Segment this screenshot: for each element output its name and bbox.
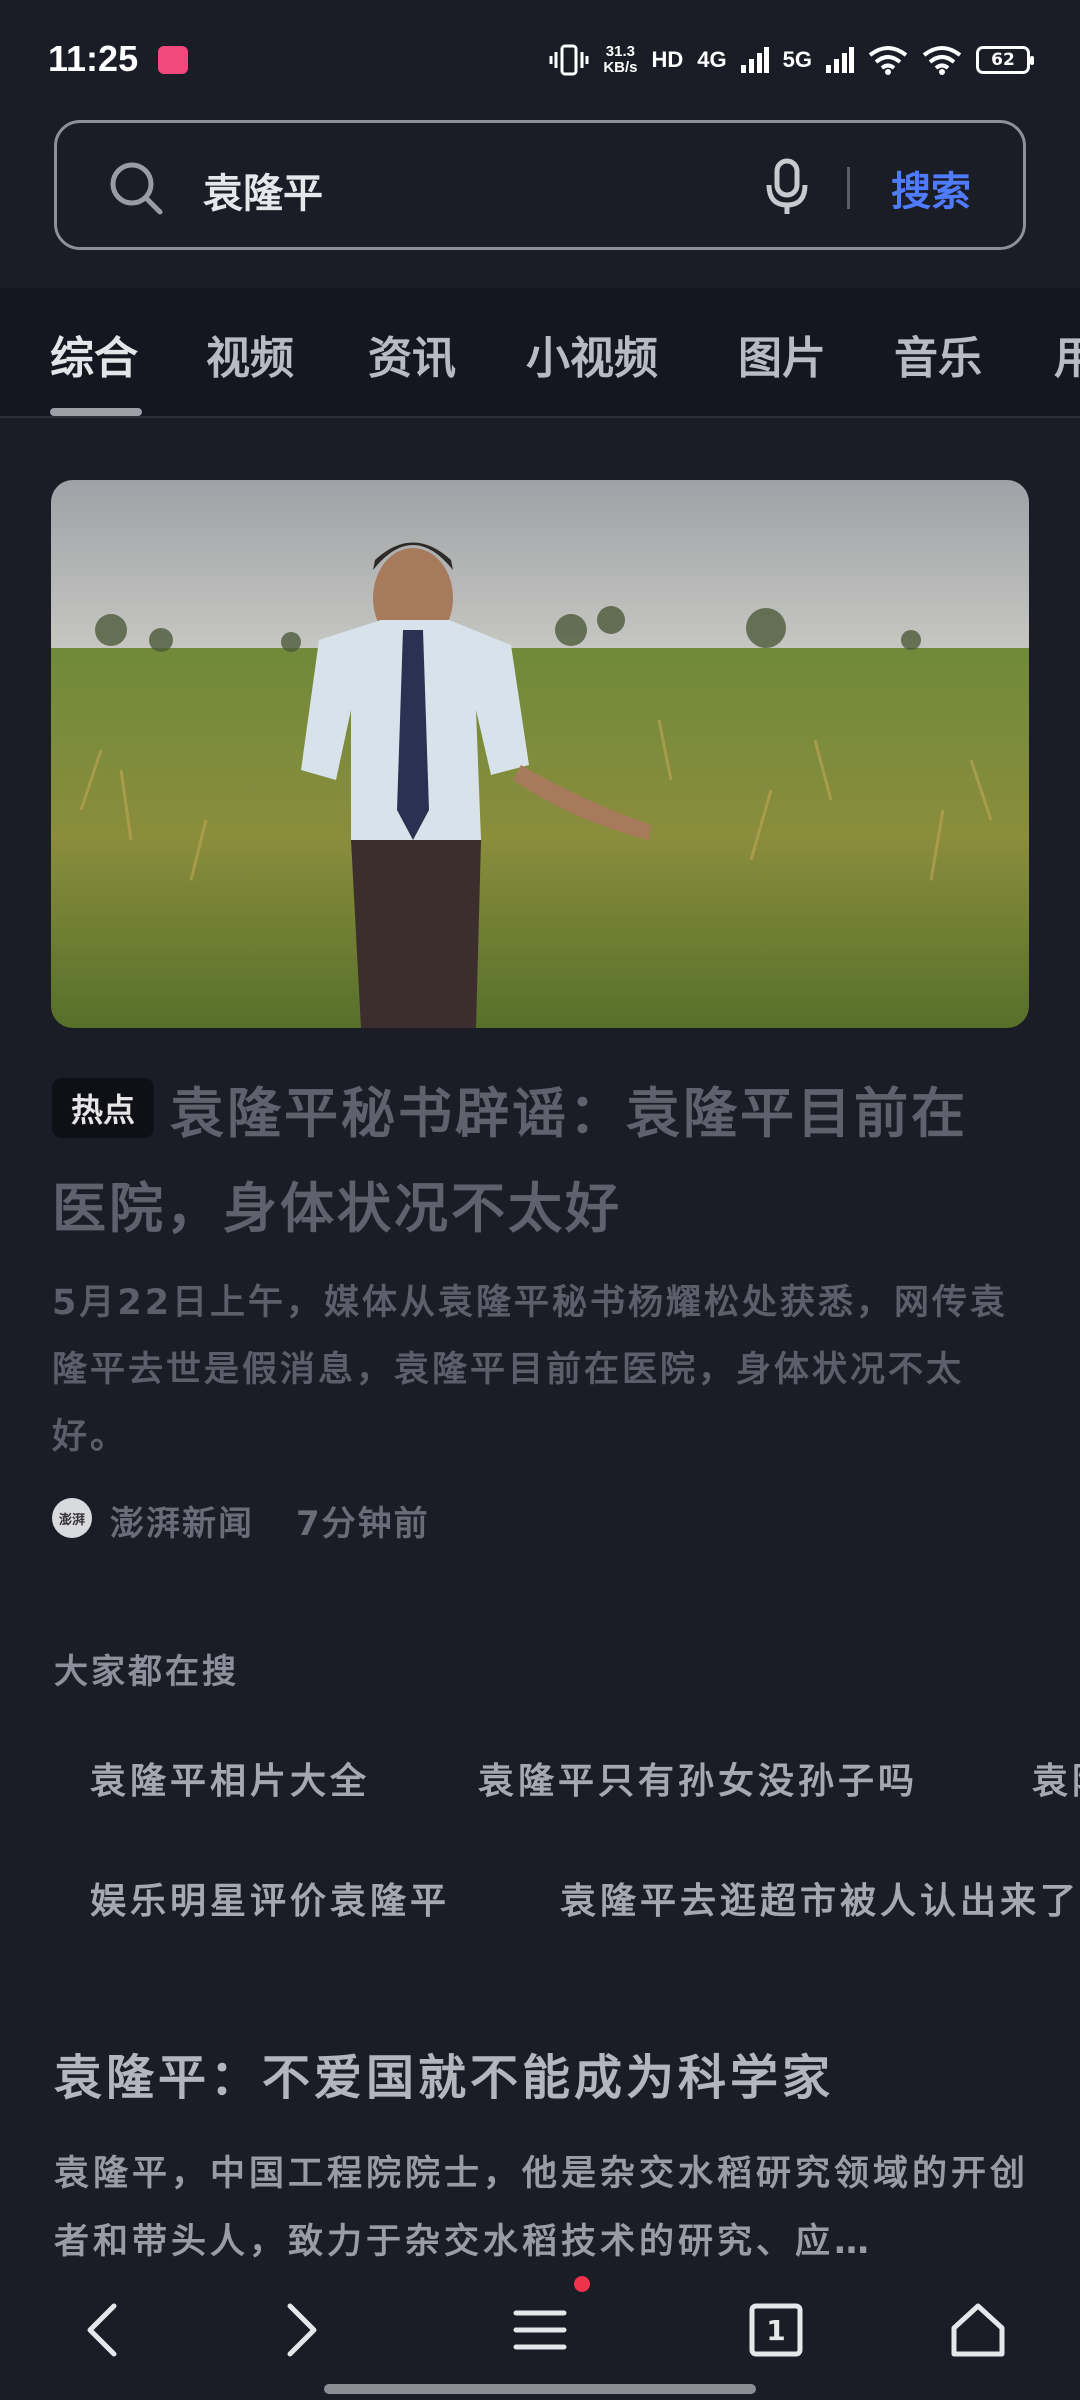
network-speed: 31.3 KB/s — [603, 44, 637, 76]
menu-button[interactable] — [500, 2290, 580, 2370]
related-search-item[interactable]: 袁隆平去逛超市被人认出来了 — [560, 1872, 1080, 1924]
home-indicator[interactable] — [324, 2384, 756, 2394]
related-searches-heading: 大家都在搜 — [54, 1652, 239, 1692]
network-speed-value: 31.3 — [605, 43, 635, 60]
menu-icon — [513, 2310, 567, 2350]
status-icons: 31.3 KB/s HD 4G 5G 62 — [549, 40, 1034, 80]
tab-video[interactable]: 视频 — [206, 322, 294, 386]
wifi-icon — [922, 46, 962, 75]
sim2-signal-label: 5G — [782, 47, 812, 72]
chevron-left-icon — [87, 2303, 117, 2357]
battery-level: 62 — [991, 50, 1015, 70]
tab-short-video[interactable]: 小视频 — [526, 322, 658, 386]
chevron-right-icon — [287, 2303, 317, 2357]
status-time: 11:25 — [48, 38, 139, 79]
search-icon — [110, 162, 163, 215]
vibrate-icon — [549, 44, 589, 76]
related-search-item[interactable]: 袁隆 — [1032, 1752, 1080, 1804]
home-button[interactable] — [938, 2290, 1018, 2370]
article-time: 7分钟前 — [296, 1504, 430, 1544]
status-bar: 11:25 31.3 KB/s HD 4G 5G 62 — [0, 0, 1080, 110]
notification-dot — [574, 2276, 590, 2292]
article-summary[interactable]: 5月22日上午，媒体从袁隆平秘书杨耀松处获悉，网传袁隆平去世是假消息，袁隆平目前… — [52, 1270, 1027, 1471]
article-title[interactable]: 袁隆平秘书辟谣：袁隆平目前在医院，身体状况不太好 — [52, 1066, 1002, 1256]
sim1-signal-label: 4G — [697, 47, 727, 72]
article-summary[interactable]: 袁隆平，中国工程院院士，他是杂交水稻研究领域的开创者和带头人，致力于杂交水稻技术… — [54, 2140, 1034, 2276]
battery-icon: 62 — [976, 46, 1034, 74]
wifi-icon — [868, 46, 908, 75]
tab-partial[interactable]: 用 — [1054, 322, 1080, 386]
hd-voice-icon: HD — [651, 47, 684, 72]
tab-news[interactable]: 资讯 — [368, 322, 456, 386]
search-button[interactable]: 搜索 — [891, 159, 971, 217]
tab-comprehensive[interactable]: 综合 — [50, 322, 138, 386]
related-search-item[interactable]: 袁隆平相片大全 — [90, 1752, 370, 1804]
tab-images[interactable]: 图片 — [738, 322, 826, 386]
search-divider — [847, 167, 850, 209]
related-search-item[interactable]: 袁隆平只有孙女没孙子吗 — [478, 1752, 918, 1804]
search-bar[interactable]: 袁隆平 搜索 — [54, 120, 1026, 250]
active-tab-indicator — [50, 408, 142, 416]
home-icon — [951, 2303, 1005, 2357]
search-input[interactable]: 袁隆平 — [203, 161, 323, 219]
tab-count: 1 — [766, 2313, 786, 2347]
back-button[interactable] — [62, 2290, 142, 2370]
source-logo: 澎湃 — [52, 1498, 92, 1538]
forward-button[interactable] — [262, 2290, 342, 2370]
browser-search-page: 11:25 31.3 KB/s HD 4G 5G 62 袁隆平 搜索 综合 视频… — [0, 0, 1080, 2400]
article-source[interactable]: 澎湃新闻 — [110, 1496, 254, 1545]
article-title[interactable]: 袁隆平：不爱国就不能成为科学家 — [54, 2038, 834, 2108]
app-notification-icon — [158, 46, 188, 74]
signal-bars-icon — [740, 47, 769, 73]
tab-music[interactable]: 音乐 — [894, 322, 982, 386]
signal-bars-icon — [826, 47, 854, 73]
network-speed-unit: KB/s — [603, 59, 638, 76]
article-image[interactable] — [51, 480, 1029, 1028]
related-search-item[interactable]: 娱乐明星评价袁隆平 — [90, 1872, 450, 1924]
microphone-icon[interactable] — [757, 157, 817, 217]
tabs-button[interactable]: 1 — [736, 2290, 816, 2370]
